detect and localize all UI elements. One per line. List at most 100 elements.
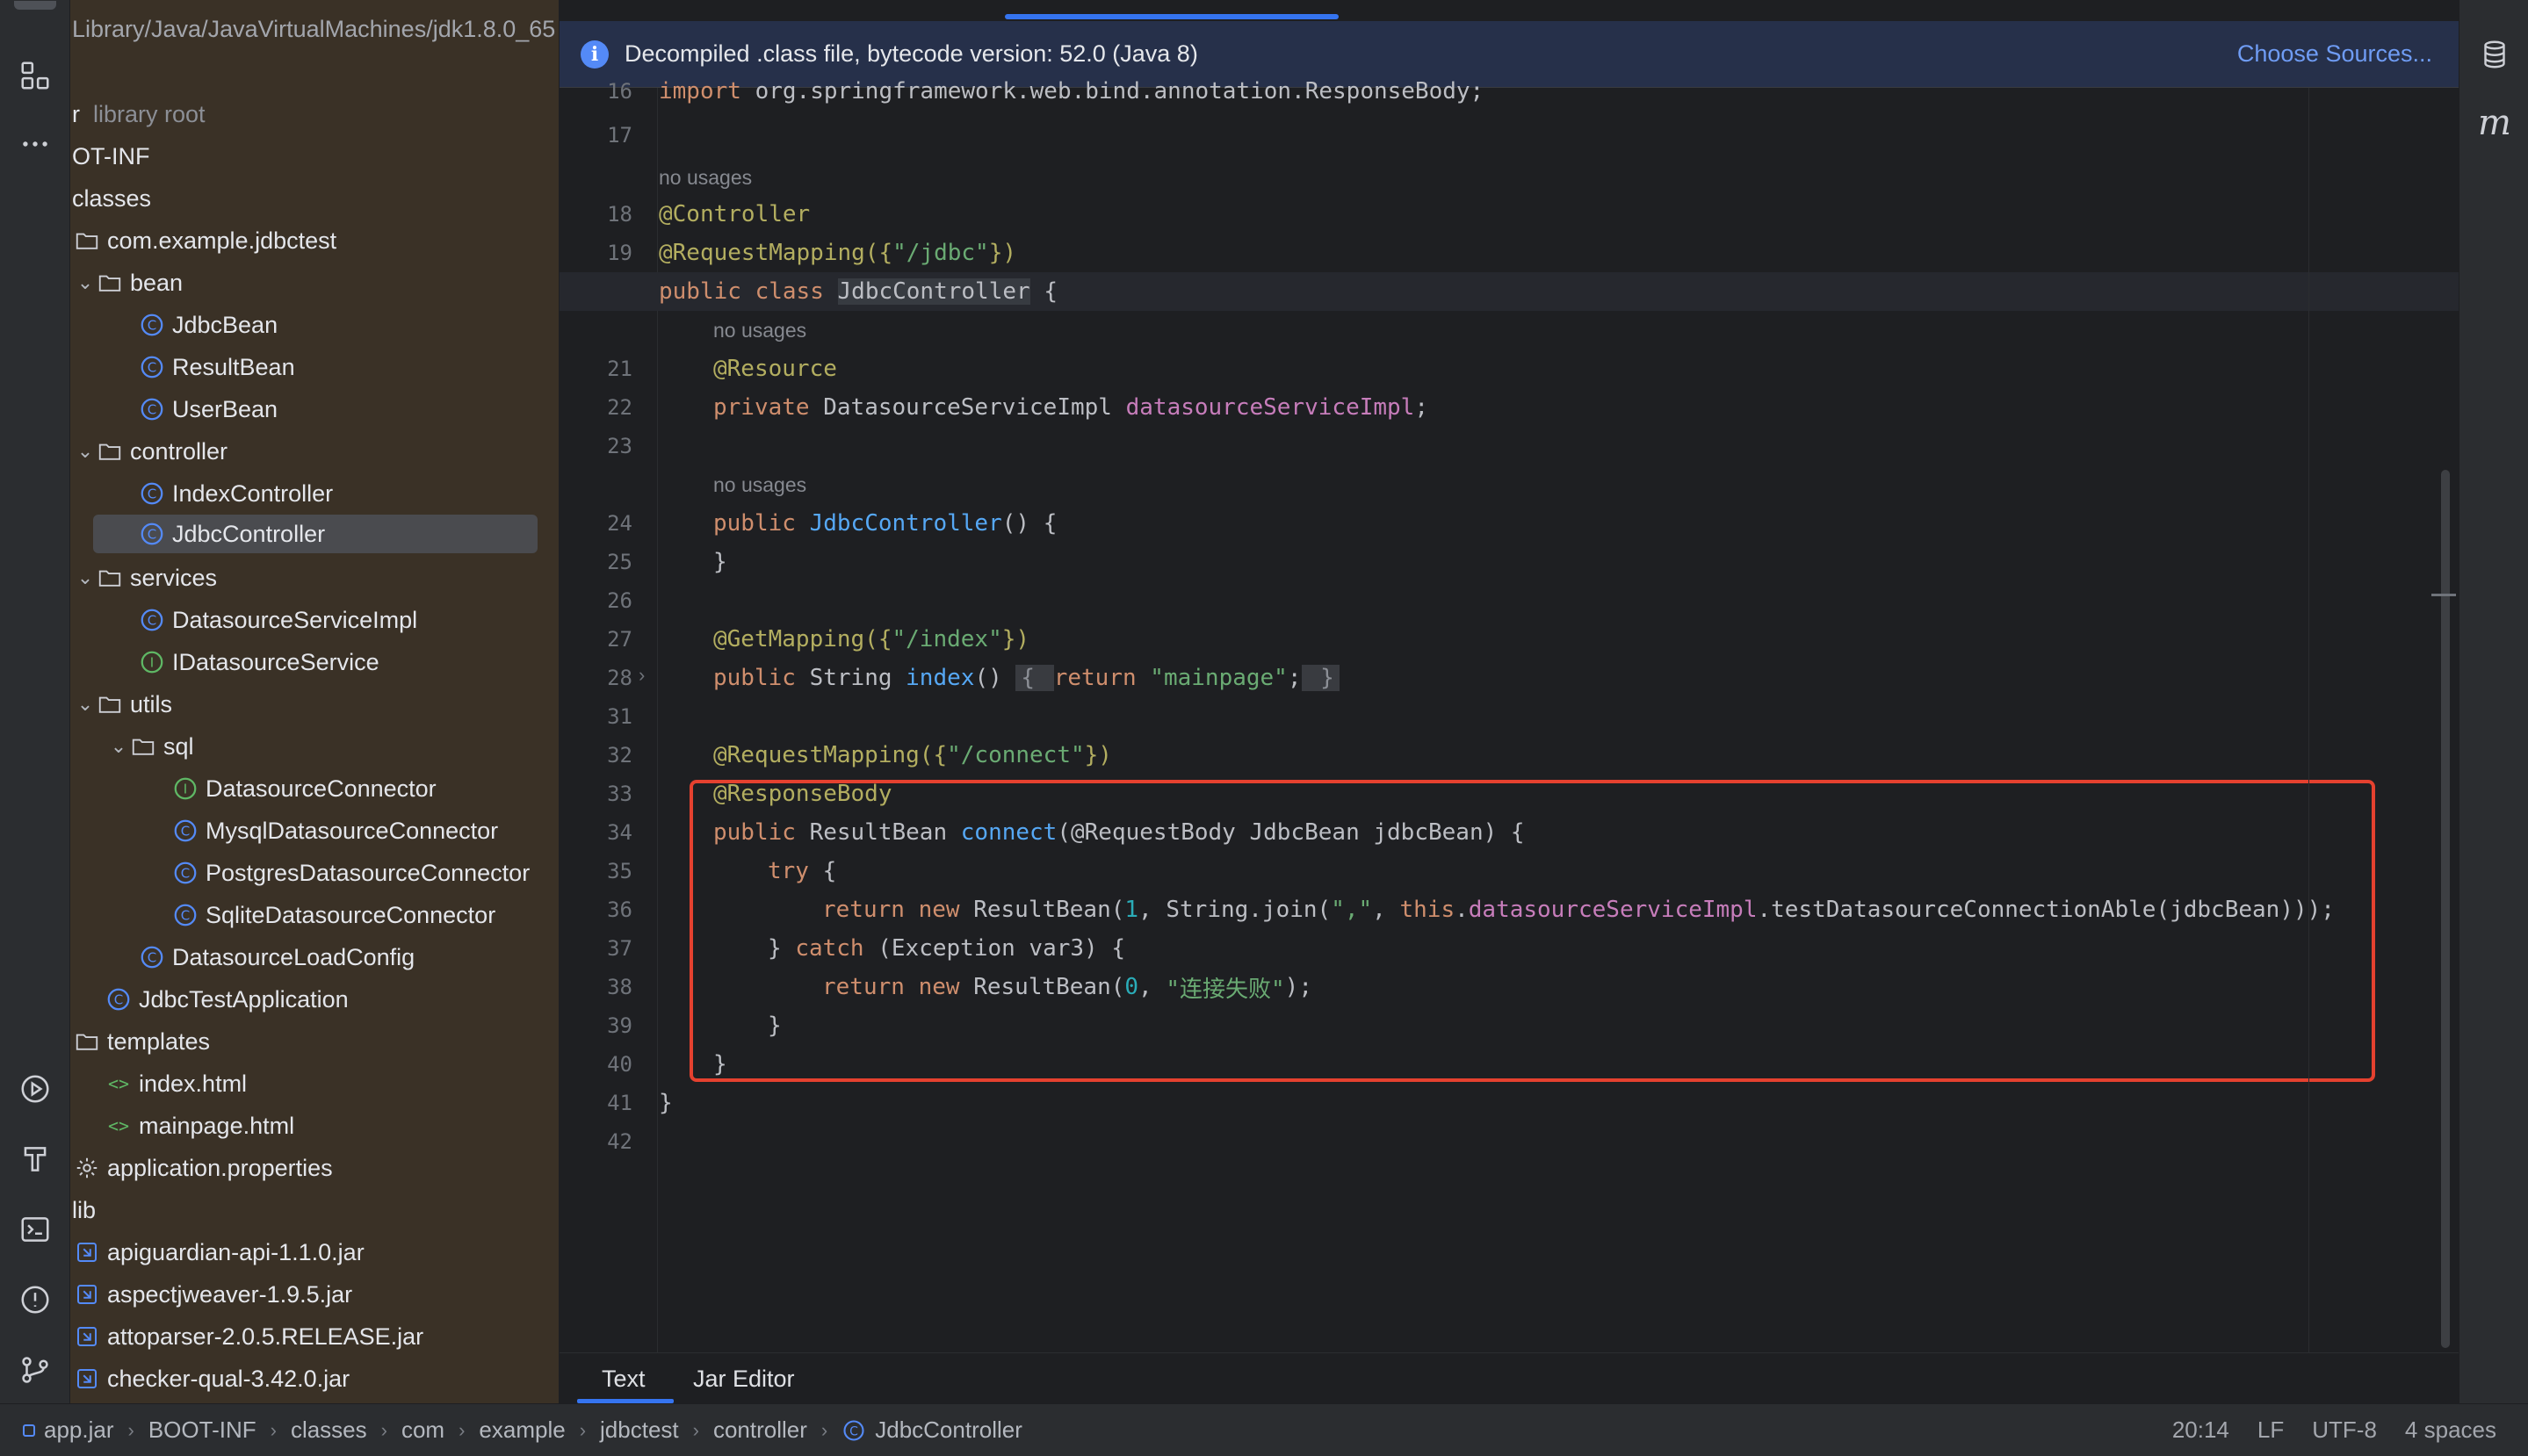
- editor-bottom-tabs: Text Jar Editor: [560, 1352, 2459, 1403]
- line-number: 22: [607, 395, 632, 420]
- code-area[interactable]: import org.springframework.web.bind.anno…: [560, 78, 2459, 1352]
- line-number: 34: [607, 820, 632, 845]
- line-number: 32: [607, 743, 632, 768]
- tree-row[interactable]: com.example.jdbctest: [74, 221, 336, 260]
- editor: i Decompiled .class file, bytecode versi…: [560, 0, 2459, 1403]
- tree-label: DatasourceServiceImpl: [172, 606, 418, 633]
- chevron-down-icon[interactable]: ⌄: [74, 271, 97, 294]
- tree-row-library-root[interactable]: r library root: [72, 95, 206, 133]
- tree-row[interactable]: C PostgresDatasourceConnector: [172, 854, 530, 892]
- tree-row[interactable]: ⌄ controller: [74, 432, 228, 471]
- chevron-down-icon[interactable]: ⌄: [74, 693, 97, 716]
- jar-icon: [74, 1281, 100, 1308]
- maven-icon[interactable]: m: [2475, 103, 2514, 143]
- breadcrumb-item[interactable]: classes: [291, 1416, 367, 1444]
- tree-row[interactable]: apiguardian-api-1.1.0.jar: [74, 1233, 365, 1272]
- tree-label: index.html: [139, 1070, 248, 1097]
- breadcrumb-item[interactable]: controller: [713, 1416, 807, 1444]
- chevron-down-icon[interactable]: ⌄: [74, 440, 97, 463]
- tree-row[interactable]: templates: [74, 1022, 210, 1061]
- build-icon[interactable]: [14, 1138, 56, 1180]
- tree-row[interactable]: C DatasourceServiceImpl: [139, 601, 417, 639]
- tree-label: MysqlDatasourceConnector: [206, 817, 499, 844]
- tree-row[interactable]: ⌄ utils: [74, 685, 172, 724]
- indent-setting[interactable]: 4 spaces: [2405, 1416, 2496, 1444]
- tree-row[interactable]: application.properties: [74, 1149, 333, 1187]
- tree-row[interactable]: <> mainpage.html: [105, 1106, 294, 1145]
- tree-row[interactable]: ⌄ services: [74, 559, 217, 597]
- tree-row[interactable]: I DatasourceConnector: [172, 769, 437, 808]
- tree-row[interactable]: classes: [72, 179, 151, 218]
- tree-row[interactable]: I IDatasourceService: [139, 643, 379, 681]
- choose-sources-link[interactable]: Choose Sources...: [2237, 40, 2432, 68]
- tree-row[interactable]: C JdbcBean: [139, 306, 278, 344]
- jar-icon: [74, 1239, 100, 1265]
- tree-row[interactable]: ⌄ bean: [74, 263, 183, 302]
- structure-icon[interactable]: [14, 54, 56, 97]
- tree-row[interactable]: attoparser-2.0.5.RELEASE.jar: [74, 1317, 423, 1356]
- git-icon[interactable]: [14, 1349, 56, 1391]
- status-right: 20:14 LF UTF-8 4 spaces: [2172, 1416, 2496, 1444]
- tree-row[interactable]: C UserBean: [139, 390, 278, 429]
- problems-icon[interactable]: [14, 1279, 56, 1321]
- file-encoding[interactable]: UTF-8: [2312, 1416, 2377, 1444]
- line-number: 27: [607, 627, 632, 652]
- breadcrumb-item[interactable]: com: [401, 1416, 444, 1444]
- line-number: 25: [607, 550, 632, 574]
- tree-row[interactable]: ⌄ sql: [107, 727, 194, 766]
- chevron-right-icon[interactable]: ›: [639, 664, 645, 687]
- code-line: }: [713, 549, 727, 575]
- svg-text:C: C: [148, 402, 156, 418]
- tree-label: PostgresDatasourceConnector: [206, 859, 531, 886]
- breadcrumb-item[interactable]: jdbctest: [600, 1416, 679, 1444]
- breadcrumb-item[interactable]: example: [479, 1416, 565, 1444]
- chevron-down-icon[interactable]: ⌄: [107, 735, 130, 758]
- breadcrumb-item[interactable]: app.jar: [44, 1416, 114, 1444]
- tree-label: bean: [130, 269, 184, 296]
- status-bar: app.jar › BOOT-INF › classes › com › exa…: [0, 1403, 2528, 1456]
- caret-position[interactable]: 20:14: [2172, 1416, 2229, 1444]
- tree-row[interactable]: C DatasourceLoadConfig: [139, 938, 415, 977]
- vertical-scrollbar[interactable]: [2441, 470, 2450, 1348]
- run-icon[interactable]: [14, 1068, 56, 1110]
- tree-row[interactable]: lib: [72, 1191, 96, 1229]
- more-icon[interactable]: [14, 123, 56, 165]
- class-icon: C: [172, 818, 199, 844]
- line-number: 39: [607, 1013, 632, 1038]
- project-tool-icon[interactable]: [14, 0, 56, 11]
- tab-text[interactable]: Text: [602, 1366, 646, 1393]
- svg-text:C: C: [181, 866, 190, 882]
- line-ending[interactable]: LF: [2257, 1416, 2284, 1444]
- line-number: 41: [607, 1091, 632, 1115]
- tree-label: JdbcTestApplication: [139, 985, 349, 1013]
- ide-window: Library/Java/JavaVirtualMachines/jdk1.8.…: [0, 0, 2528, 1456]
- tree-row[interactable]: C JdbcTestApplication: [105, 980, 349, 1019]
- tree-row[interactable]: C SqliteDatasourceConnector: [172, 896, 495, 934]
- project-path: Library/Java/JavaVirtualMachines/jdk1.8.…: [72, 16, 556, 42]
- tree-row[interactable]: aspectjweaver-1.9.5.jar: [74, 1275, 352, 1314]
- library-root-label: library root: [93, 100, 206, 127]
- line-number: 18: [607, 202, 632, 227]
- folded-region[interactable]: {: [1015, 665, 1054, 691]
- tab-jar-editor[interactable]: Jar Editor: [693, 1366, 795, 1393]
- tree-row[interactable]: <> index.html: [105, 1064, 247, 1103]
- breadcrumb-item[interactable]: JdbcController: [875, 1416, 1022, 1444]
- tree-row-selected[interactable]: C JdbcController: [93, 515, 538, 553]
- tree-label: attoparser-2.0.5.RELEASE.jar: [107, 1323, 424, 1350]
- terminal-icon[interactable]: [14, 1208, 56, 1251]
- tree-row[interactable]: C MysqlDatasourceConnector: [172, 811, 498, 850]
- chevron-down-icon[interactable]: ⌄: [74, 566, 97, 589]
- tree-row[interactable]: C IndexController: [139, 474, 333, 513]
- svg-text:C: C: [114, 992, 123, 1008]
- tree-row[interactable]: OT-INF: [72, 137, 150, 176]
- database-icon[interactable]: [2475, 35, 2514, 74]
- right-tool-strip: m: [2459, 0, 2528, 1403]
- breadcrumb-item[interactable]: BOOT-INF: [148, 1416, 256, 1444]
- folded-region-end[interactable]: }: [1301, 665, 1340, 691]
- tree-row[interactable]: C ResultBean: [139, 348, 295, 386]
- line-number: 16: [607, 79, 632, 104]
- line-number: 19: [607, 241, 632, 265]
- tree-row[interactable]: checker-qual-3.42.0.jar: [74, 1359, 350, 1398]
- svg-text:C: C: [148, 950, 156, 966]
- svg-text:I: I: [150, 655, 154, 671]
